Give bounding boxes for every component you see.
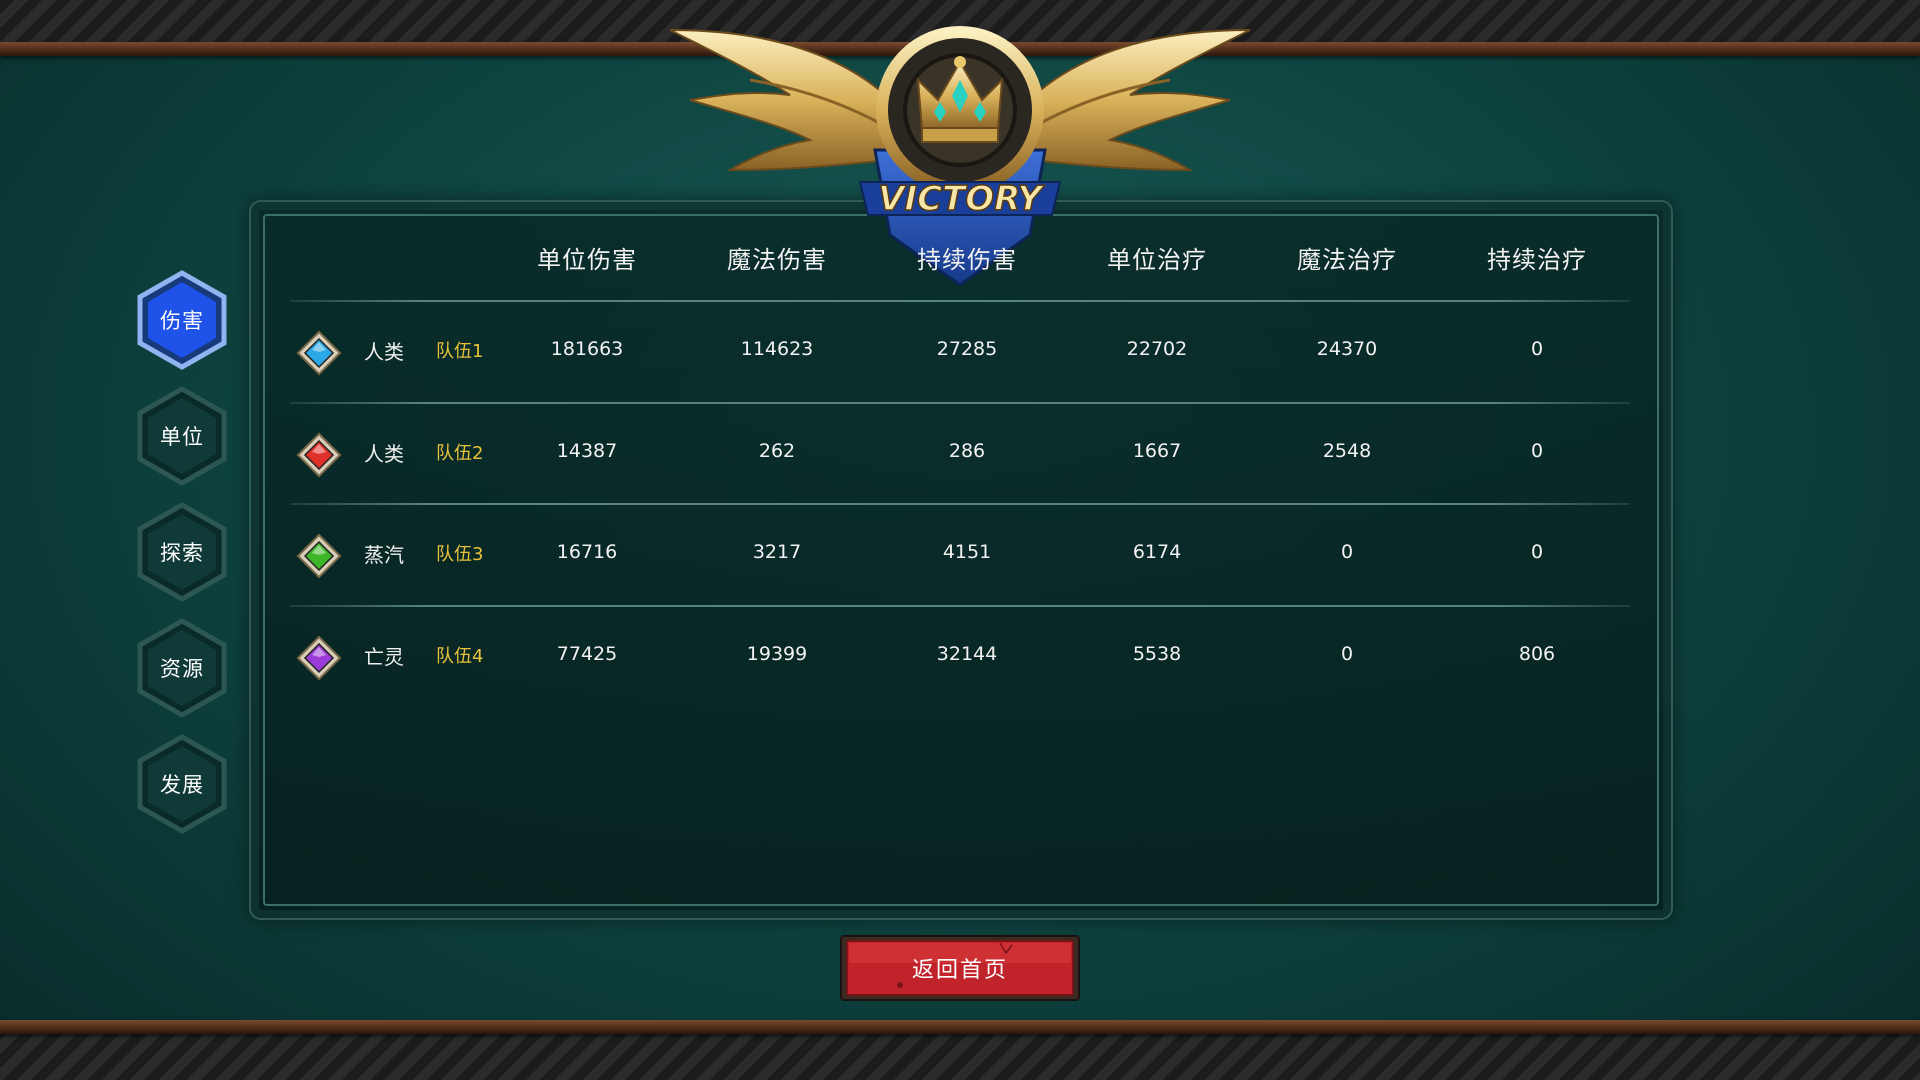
race-name: 人类 [364,340,404,364]
stat-cell: 5538 [1132,643,1182,665]
tab-development[interactable]: 发展 [136,734,228,834]
stat-cell: 0 [1340,541,1354,563]
stat-cell: 262 [758,440,796,462]
column-header: 魔法伤害 [727,246,827,274]
column-header: 魔法治疗 [1297,246,1397,274]
purple-gem-icon [296,635,342,681]
race-name: 亡灵 [364,645,404,669]
stat-cell: 77425 [556,643,618,665]
tab-unit[interactable]: 单位 [136,386,228,486]
column-header: 单位伤害 [537,246,637,274]
stat-cell: 32144 [936,643,998,665]
stat-cell: 14387 [556,440,618,462]
tab-resource[interactable]: 资源 [136,618,228,718]
team-name: 队伍3 [436,544,484,565]
stat-cell: 114623 [740,338,814,360]
green-gem-icon [296,533,342,579]
stat-cell: 0 [1530,541,1544,563]
stat-cell: 24370 [1316,338,1378,360]
race-name: 人类 [364,442,404,466]
stat-cell: 2548 [1322,440,1372,462]
stat-cell: 27285 [936,338,998,360]
team-name: 队伍1 [436,341,484,362]
table-row: 亡灵 队伍4 77425 19399 32144 5538 0 806 [290,605,1630,705]
stat-cell: 181663 [550,338,624,360]
return-home-button[interactable]: 返回首页 [840,935,1080,1001]
red-gem-icon [296,432,342,478]
side-nav-label: 单位 [160,425,204,449]
stat-cell: 0 [1530,338,1544,360]
stat-cell: 22702 [1126,338,1188,360]
column-header: 持续伤害 [917,246,1017,274]
stat-cell: 6174 [1132,541,1182,563]
tab-damage[interactable]: 伤害 [136,270,228,370]
table-row: 蒸汽 队伍3 16716 3217 4151 6174 0 0 [290,503,1630,603]
column-header: 单位治疗 [1107,246,1207,274]
race-name: 蒸汽 [364,543,404,567]
team-name: 队伍4 [436,646,484,667]
return-home-label: 返回首页 [911,958,1008,983]
column-header: 持续治疗 [1487,246,1587,274]
stat-cell: 3217 [752,541,802,563]
side-nav-label: 发展 [160,773,204,797]
team-name: 队伍2 [436,443,484,464]
stat-cell: 4151 [942,541,992,563]
tab-explore[interactable]: 探索 [136,502,228,602]
side-nav-label: 伤害 [160,309,204,333]
blue-gem-icon [296,330,342,376]
stat-cell: 0 [1340,643,1354,665]
stat-cell: 1667 [1132,440,1182,462]
table-row: 人类 队伍1 181663 114623 27285 22702 24370 0 [290,300,1630,400]
stat-cell: 0 [1530,440,1544,462]
side-nav-label: 探索 [160,541,204,565]
bottom-border [0,1020,1920,1080]
side-nav-label: 资源 [160,657,204,681]
stat-cell: 19399 [746,643,808,665]
svg-text:VICTORY: VICTORY [878,179,1045,219]
stat-cell: 806 [1518,643,1556,665]
table-row: 人类 队伍2 14387 262 286 1667 2548 0 [290,402,1630,502]
stat-cell: 16716 [556,541,618,563]
stat-cell: 286 [948,440,986,462]
